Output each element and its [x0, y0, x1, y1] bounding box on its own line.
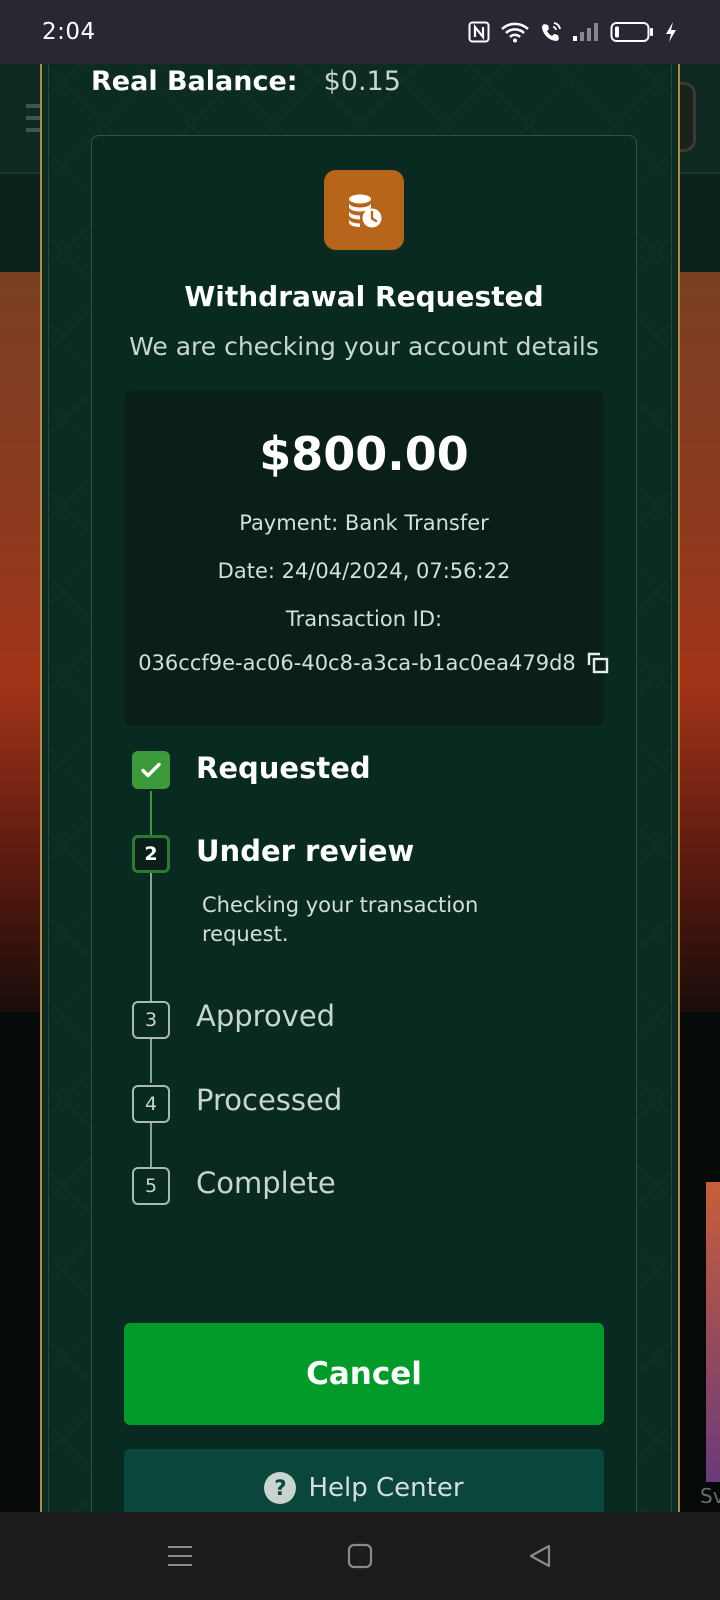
step-2-label: Under review	[196, 834, 415, 868]
step-4-label: Processed	[196, 1083, 343, 1117]
cancel-button[interactable]: Cancel	[124, 1323, 604, 1425]
back-triangle-icon	[529, 1544, 551, 1568]
step-3-label: Approved	[196, 999, 336, 1033]
transaction-date: Date: 24/04/2024, 07:56:22	[217, 559, 511, 583]
nfc-icon	[468, 21, 490, 43]
step-3-badge: 3	[132, 1001, 170, 1039]
step-5-label: Complete	[196, 1166, 336, 1200]
system-navigation-bar	[0, 1512, 720, 1600]
step-1-check-icon	[132, 751, 170, 789]
step-connector	[150, 791, 152, 835]
nav-back-button[interactable]	[510, 1526, 570, 1586]
signal-icon	[573, 23, 598, 41]
real-balance-row: Real Balance: $0.15	[91, 64, 401, 98]
step-connector	[150, 873, 152, 1001]
step-2-badge: 2	[132, 835, 170, 873]
withdrawal-modal: Real Balance: $0.15 Withdrawal Requested…	[40, 64, 680, 1527]
background-game-card	[706, 1182, 720, 1482]
nav-menu-button[interactable]	[150, 1526, 210, 1586]
withdrawal-subtitle: We are checking your account details	[129, 332, 599, 361]
real-balance-value: $0.15	[323, 65, 401, 97]
battery-icon	[610, 22, 653, 42]
modal-inner: Real Balance: $0.15 Withdrawal Requested…	[48, 64, 672, 1527]
transaction-id-label: Transaction ID:	[285, 607, 443, 631]
withdrawal-title: Withdrawal Requested	[184, 280, 544, 313]
transaction-details: $800.00 Payment: Bank Transfer Date: 24/…	[124, 391, 608, 725]
transaction-id-row: 036ccf9e-ac06-40c8-a3ca-b1ac0ea479d8	[114, 651, 634, 675]
status-bar: 2:04	[0, 0, 720, 64]
payment-method: Payment: Bank Transfer	[239, 511, 489, 535]
status-time: 2:04	[42, 19, 96, 45]
copy-icon[interactable]	[586, 651, 610, 675]
question-icon: ?	[264, 1472, 297, 1504]
charging-icon	[666, 22, 676, 42]
wifi-icon	[501, 22, 529, 43]
step-2-description: Checking your transaction request.	[202, 893, 479, 946]
home-square-icon	[347, 1543, 373, 1569]
step-connector	[150, 1039, 152, 1083]
step-connector	[150, 1123, 152, 1167]
withdrawal-amount: $800.00	[259, 427, 469, 481]
menu-icon	[168, 1546, 192, 1566]
menu-icon	[26, 104, 40, 132]
status-icons	[468, 21, 678, 43]
wifi-call-icon	[542, 22, 561, 41]
step-1-label: Requested	[196, 751, 371, 785]
step-4-badge: 4	[132, 1085, 170, 1123]
real-balance-label: Real Balance:	[91, 65, 298, 97]
help-center-label: Help Center	[308, 1473, 464, 1503]
step-5-badge: 5	[132, 1167, 170, 1205]
nav-home-button[interactable]	[330, 1526, 390, 1586]
background-partial-text: Sv	[700, 1484, 720, 1508]
withdrawal-progress-steps: Requested 2 Under review Checking your t…	[132, 751, 612, 1211]
withdrawal-status-card: Withdrawal Requested We are checking you…	[91, 135, 637, 1527]
transaction-id-value[interactable]: 036ccf9e-ac06-40c8-a3ca-b1ac0ea479d8	[138, 651, 576, 675]
coins-clock-icon	[324, 170, 404, 250]
